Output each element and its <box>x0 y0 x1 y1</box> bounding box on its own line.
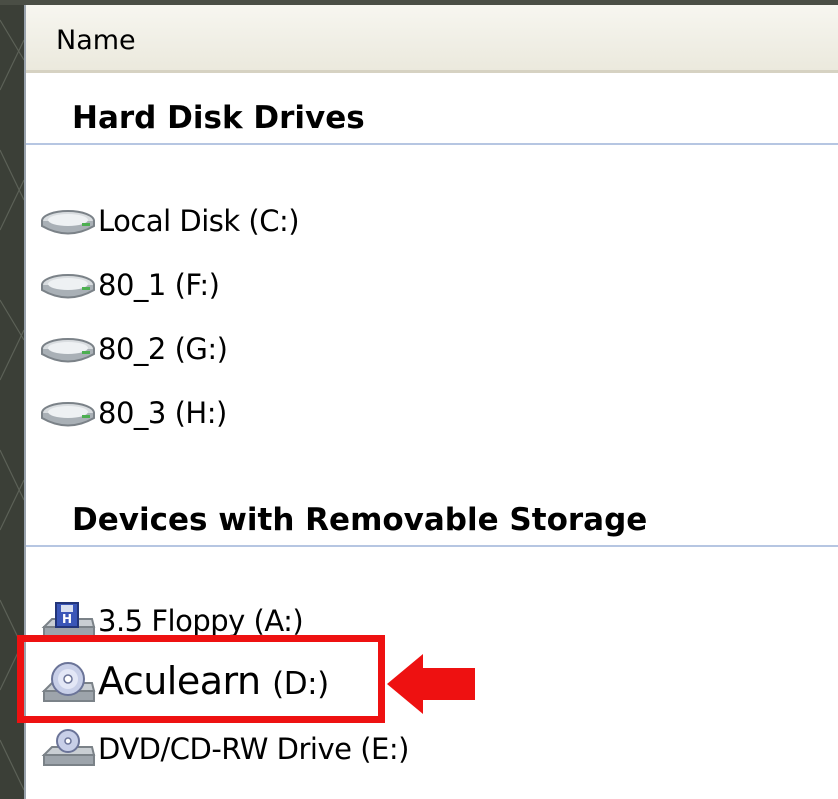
group-title-hard-disk-drives: Hard Disk Drives <box>72 100 365 136</box>
column-header-name[interactable]: Name <box>26 5 838 73</box>
drive-label: 80_1 (F:) <box>98 268 220 302</box>
drive-label: 80_3 (H:) <box>98 396 227 430</box>
column-header-label: Name <box>56 25 136 56</box>
group-divider <box>26 545 838 547</box>
drive-item-80-2-g[interactable]: 80_2 (G:) <box>38 327 228 371</box>
drive-label: DVD/CD-RW Drive (E:) <box>98 732 409 766</box>
drive-label: 3.5 Floppy (A:) <box>98 604 304 638</box>
group-title-removable-storage: Devices with Removable Storage <box>72 502 648 538</box>
hard-disk-icon <box>38 329 100 369</box>
arrow-left-icon <box>387 654 475 714</box>
dvd-drive-icon <box>38 729 100 769</box>
drive-item-dvd-cd-rw-e[interactable]: DVD/CD-RW Drive (E:) <box>38 727 409 771</box>
drive-item-local-disk-c[interactable]: Local Disk (C:) <box>38 199 300 243</box>
hard-disk-icon <box>38 201 100 241</box>
drive-item-80-3-h[interactable]: 80_3 (H:) <box>38 391 227 435</box>
drive-item-80-1-f[interactable]: 80_1 (F:) <box>38 263 220 307</box>
hard-disk-icon <box>38 265 100 305</box>
group-divider <box>26 143 838 145</box>
drive-label: 80_2 (G:) <box>98 332 228 366</box>
highlight-box <box>17 635 385 723</box>
drive-label: Local Disk (C:) <box>98 204 300 238</box>
hard-disk-icon <box>38 393 100 433</box>
svg-text:H: H <box>62 612 72 626</box>
